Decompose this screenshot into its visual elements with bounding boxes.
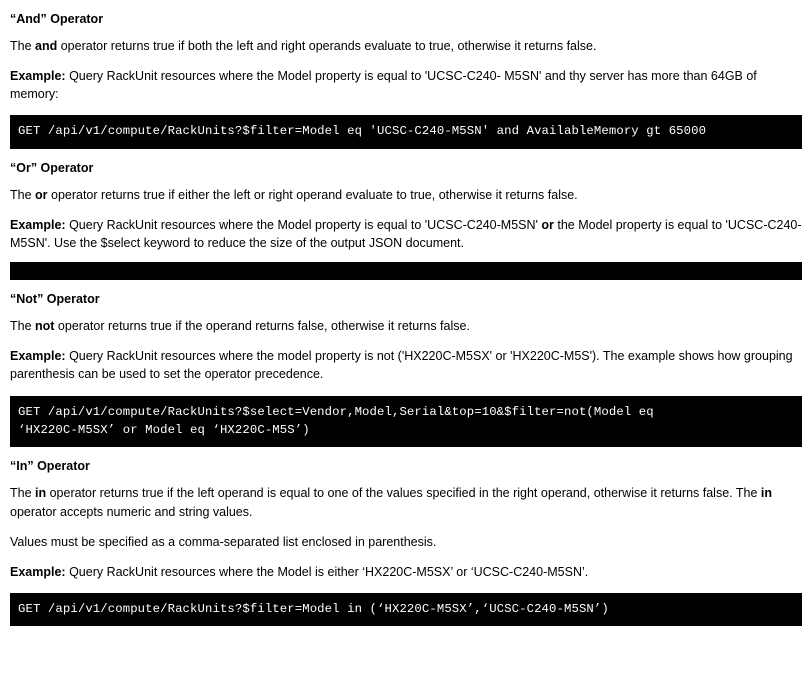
section-definition-or: The or operator returns true if either t… [10,186,802,204]
code-block-or [10,262,802,281]
section-example-not: Example: Query RackUnit resources where … [10,347,802,383]
example-label: Example: [10,217,66,232]
definition-keyword: in [35,486,47,501]
definition-prefix: The [10,39,36,53]
definition-suffix: operator returns true if the operand ret… [54,319,470,334]
example-text: Query RackUnit resources where the Model… [65,564,589,579]
section-example-and: Example: Query RackUnit resources where … [10,67,802,103]
example-label: Example: [10,69,66,84]
section-title-not: “Not” Operator [10,292,100,307]
example-text-part1: Query RackUnit resources where the Model… [65,217,542,232]
section-example-or: Example: Query RackUnit resources where … [10,216,802,252]
section-definition-in: The in operator returns true if the left… [10,484,802,520]
definition-suffix: operator returns true if the left operan… [46,486,761,501]
example-label: Example: [10,349,66,364]
document-page: “And” Operator The and operator returns … [0,0,812,680]
definition-keyword: and [35,39,58,53]
section-title-or: “Or” Operator [10,160,94,175]
section-definition-and: The and operator returns true if both th… [10,37,802,55]
definition-prefix: The [10,486,36,501]
section-example-in: Example: Query RackUnit resources where … [10,563,802,581]
definition-prefix: The [10,187,36,202]
definition-suffix: operator returns true if either the left… [47,187,578,202]
code-block-and: GET /api/v1/compute/RackUnits?$filter=Mo… [10,115,802,149]
example-label: Example: [10,564,66,579]
definition-suffix: operator returns true if both the left a… [57,39,597,53]
example-text: Query RackUnit resources where the model… [10,349,793,382]
definition-prefix: The [10,319,36,334]
section-title-and: “And” Operator [10,12,104,26]
code-block-not: GET /api/v1/compute/RackUnits?$select=Ve… [10,395,802,448]
definition-keyword: or [35,187,48,202]
section-definition-not: The not operator returns true if the ope… [10,317,802,335]
section-note-in: Values must be specified as a comma-sepa… [10,534,437,549]
code-block-in: GET /api/v1/compute/RackUnits?$filter=Mo… [10,592,802,627]
definition-keyword-2: in [760,486,773,501]
example-text: Query RackUnit resources where the Model… [10,69,757,102]
example-keyword: or [541,217,554,232]
definition-suffix-2: operator accepts numeric and string valu… [10,504,253,519]
definition-keyword: not [35,319,55,334]
section-title-in: “In” Operator [10,459,90,474]
